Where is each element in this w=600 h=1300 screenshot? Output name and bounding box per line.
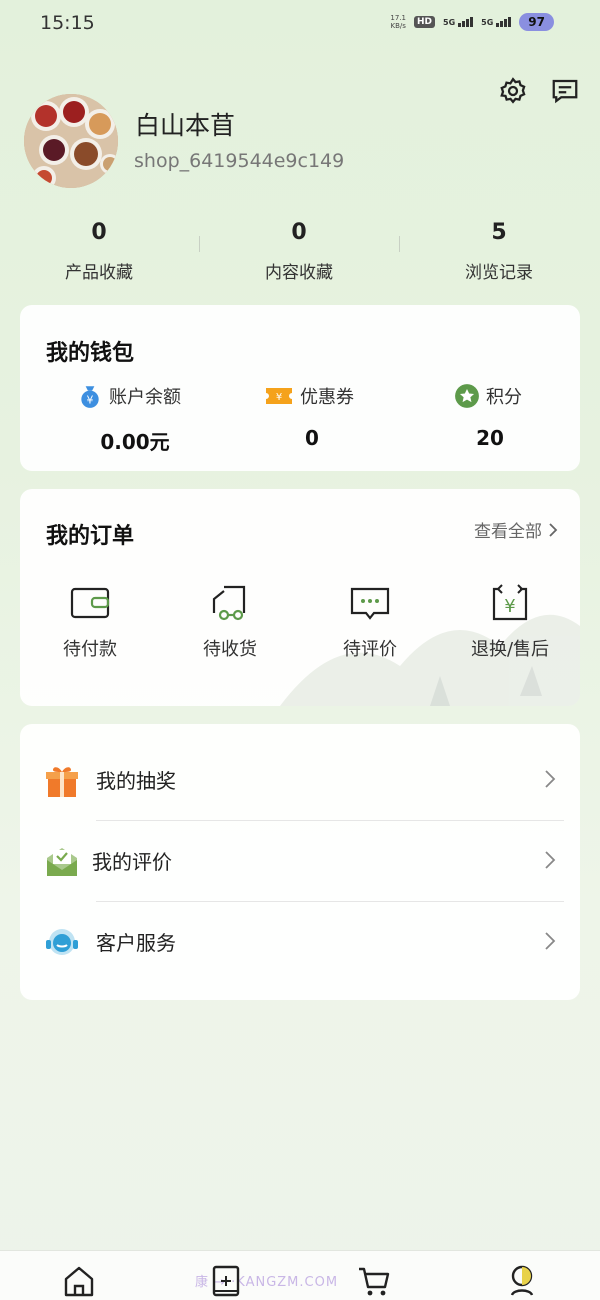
orders-title: 我的订单 bbox=[46, 524, 135, 549]
bottom-navigation: 康 → ·KANGZM.COM bbox=[0, 1250, 600, 1300]
order-pending-review[interactable]: 待评价 bbox=[310, 583, 430, 661]
menu-card: 我的抽奖 我的评价 客户服务 bbox=[20, 724, 580, 1000]
view-all-orders-link[interactable]: 查看全部 bbox=[474, 517, 558, 542]
chevron-right-icon bbox=[545, 851, 556, 869]
chevron-right-icon bbox=[545, 770, 556, 788]
orders-card: 我的订单 查看全部 待付款 待收货 待评价 ¥ 退换/售后 bbox=[20, 489, 580, 706]
wallet-icon bbox=[70, 587, 110, 619]
shop-name: 白山本苜 bbox=[135, 111, 236, 140]
stat-divider bbox=[399, 236, 400, 252]
menu-item-reviews[interactable]: 我的评价 bbox=[20, 822, 580, 902]
network-speed: 17.1 KB/s bbox=[390, 14, 406, 30]
wallet-card: 我的钱包 ¥ 账户余额 ¥ 优惠券 积分 0.00元 0 20 bbox=[20, 305, 580, 471]
stat-divider bbox=[199, 236, 200, 252]
chevron-right-icon bbox=[545, 932, 556, 950]
shop-id: shop_6419544e9c149 bbox=[134, 150, 345, 172]
gift-icon bbox=[46, 767, 78, 797]
status-bar: 15:15 17.1 KB/s HD 5G 5G 97 bbox=[0, 0, 600, 46]
divider bbox=[96, 820, 564, 821]
stat-browse-history[interactable]: 5 浏览记录 bbox=[429, 220, 569, 283]
nav-category[interactable] bbox=[206, 1263, 246, 1299]
menu-item-lottery[interactable]: 我的抽奖 bbox=[20, 741, 580, 821]
stat-content-favorites[interactable]: 0 内容收藏 bbox=[229, 220, 369, 283]
svg-text:¥: ¥ bbox=[504, 596, 515, 617]
nav-cart[interactable] bbox=[354, 1263, 394, 1299]
nav-home[interactable] bbox=[59, 1263, 99, 1299]
svg-text:¥: ¥ bbox=[276, 392, 282, 403]
signal-icon-sim1: 5G bbox=[443, 17, 474, 27]
status-time: 15:15 bbox=[40, 12, 95, 34]
chevron-right-icon bbox=[549, 522, 558, 537]
book-icon bbox=[212, 1265, 240, 1297]
wallet-points[interactable]: 积分 bbox=[454, 383, 522, 409]
cart-icon bbox=[359, 1267, 390, 1296]
order-refund-aftersales[interactable]: ¥ 退换/售后 bbox=[450, 583, 570, 661]
stat-product-favorites[interactable]: 0 产品收藏 bbox=[29, 220, 169, 283]
svg-text:¥: ¥ bbox=[87, 394, 94, 407]
comment-icon bbox=[350, 587, 390, 620]
signal-icon-sim2: 5G bbox=[481, 17, 512, 27]
wallet-balance-value: 0.00元 bbox=[100, 430, 170, 454]
wallet-title: 我的钱包 bbox=[46, 341, 135, 366]
order-pending-payment[interactable]: 待付款 bbox=[30, 583, 150, 661]
review-envelope-icon bbox=[47, 848, 77, 876]
wallet-balance[interactable]: ¥ 账户余额 bbox=[77, 383, 181, 409]
points-star-icon bbox=[455, 384, 479, 408]
avatar[interactable] bbox=[24, 94, 118, 188]
nav-profile[interactable] bbox=[502, 1263, 542, 1299]
message-icon[interactable] bbox=[548, 74, 582, 108]
menu-item-customer-service[interactable]: 客户服务 bbox=[20, 903, 580, 983]
settings-gear-icon[interactable] bbox=[496, 74, 530, 108]
order-pending-delivery[interactable]: 待收货 bbox=[170, 583, 290, 661]
coupon-icon: ¥ bbox=[266, 388, 292, 404]
wallet-points-value: 20 bbox=[476, 426, 504, 450]
status-indicators: 17.1 KB/s HD 5G 5G 97 bbox=[390, 13, 554, 31]
header-actions bbox=[496, 74, 582, 108]
home-icon bbox=[64, 1266, 94, 1297]
profile-icon bbox=[510, 1265, 534, 1296]
refund-icon: ¥ bbox=[492, 584, 528, 621]
hd-icon: HD bbox=[414, 16, 436, 28]
divider bbox=[96, 901, 564, 902]
wallet-coupons-value: 0 bbox=[305, 426, 319, 450]
headset-icon bbox=[46, 929, 78, 955]
money-bag-icon: ¥ bbox=[81, 386, 99, 408]
wallet-coupons[interactable]: ¥ 优惠券 bbox=[264, 383, 354, 409]
battery-indicator: 97 bbox=[519, 13, 554, 31]
stats-row: 0 产品收藏 0 内容收藏 5 浏览记录 bbox=[0, 220, 600, 290]
delivery-icon bbox=[212, 585, 246, 621]
